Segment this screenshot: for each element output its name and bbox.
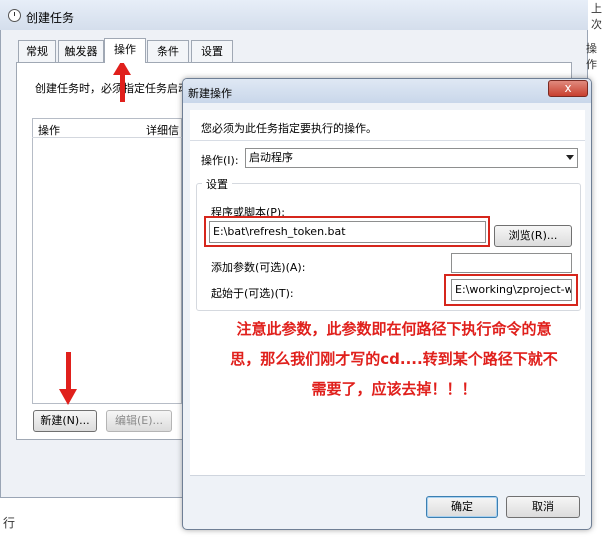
start-in-highlight-box [444, 274, 578, 306]
dialog-title: 新建操作 [188, 87, 232, 100]
action-type-select[interactable]: 启动程序 [245, 148, 578, 168]
arguments-label: 添加参数(可选)(A): [211, 261, 306, 274]
red-arrow-down-icon [59, 389, 77, 405]
arguments-input[interactable] [451, 253, 572, 273]
tab-actions[interactable]: 操作 [104, 38, 146, 63]
dialog-instruction: 您必须为此任务指定要执行的操作。 [201, 122, 377, 135]
chevron-down-icon[interactable] [566, 155, 574, 160]
new-action-button[interactable]: 新建(N)... [33, 410, 97, 432]
divider [190, 475, 585, 476]
ok-button[interactable]: 确定 [426, 496, 498, 518]
tab-general[interactable]: 常规 [18, 40, 56, 62]
program-highlight-box [204, 216, 490, 247]
clock-icon [8, 9, 21, 22]
annotation-line-2: 思，那么我们刚才写的cd....转到某个路径下就不 [230, 350, 558, 368]
dialog-titlebar[interactable] [183, 79, 591, 103]
actions-description: 创建任务时，必须指定任务启动时 [35, 82, 200, 95]
close-icon[interactable]: x [548, 80, 588, 97]
tab-conditions[interactable]: 条件 [147, 40, 189, 62]
settings-group-label: 设置 [202, 176, 232, 192]
tab-triggers[interactable]: 触发器 [58, 40, 104, 62]
tab-settings[interactable]: 设置 [191, 40, 233, 62]
column-header-action[interactable]: 操作 [38, 122, 60, 138]
browse-button[interactable]: 浏览(R)... [494, 225, 572, 247]
column-header-details[interactable]: 详细信 [146, 122, 179, 138]
start-in-label: 起始于(可选)(T): [211, 287, 294, 300]
edge-text-right: 操作 [586, 42, 597, 71]
cancel-button[interactable]: 取消 [506, 496, 580, 518]
edge-text-top-right: 上次 [591, 2, 602, 31]
create-task-title: 创建任务 [26, 11, 75, 25]
divider [190, 140, 585, 141]
annotation-line-3: 需要了，应该去掉！！！ [311, 380, 477, 398]
edge-text-bottom: 行 [3, 516, 16, 530]
create-task-titlebar [0, 0, 588, 30]
actions-list[interactable] [32, 118, 182, 404]
red-arrow-up-shaft [120, 74, 125, 102]
annotation-line-1: 注意此参数，此参数即在何路径下执行命令的意 [236, 320, 552, 338]
action-label: 操作(I): [201, 154, 239, 167]
red-arrow-down-shaft [66, 352, 71, 390]
edit-action-button[interactable]: 编辑(E)... [106, 410, 172, 432]
